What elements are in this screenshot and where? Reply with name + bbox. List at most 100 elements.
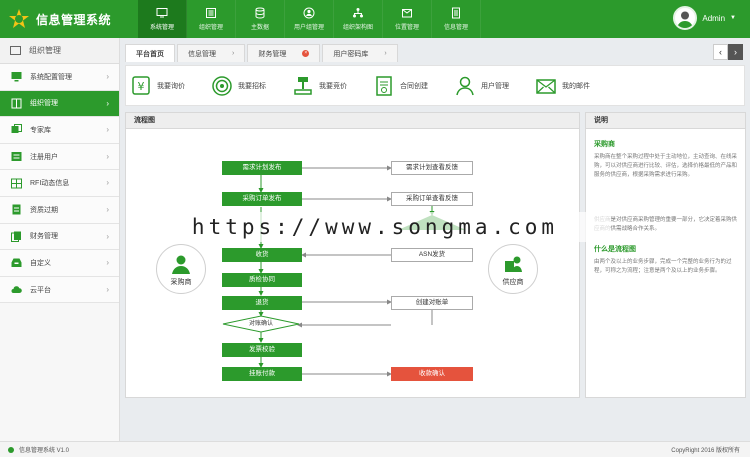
nav-label: 系统管理 (149, 25, 174, 31)
close-icon[interactable]: › (384, 50, 386, 57)
quick-label: 我要招标 (238, 82, 266, 90)
sidebar-item-rfi[interactable]: RFI动态信息 › (0, 170, 119, 197)
step-demand-publish: 需求计划发布 (222, 161, 302, 175)
tab-password-lib[interactable]: 用户密码库 › (322, 44, 398, 62)
tab-label: 平台首页 (136, 50, 164, 58)
avatar[interactable] (673, 6, 698, 30)
sidebar-item-org[interactable]: 组织管理 › (0, 90, 119, 118)
nav-item-master-data[interactable]: 主数据 (236, 0, 285, 38)
quick-bidding[interactable]: 我要竞价 (292, 75, 347, 97)
step-reconcile-confirm: 对账确认 (248, 321, 273, 327)
tab-scroll-controls: ‹ › (713, 44, 743, 60)
sidebar-item-finance[interactable]: 财务管理 › (0, 223, 119, 251)
tab-label: 信息管理 (188, 50, 216, 58)
sidebar-item-label: RFI动态信息 (30, 180, 70, 188)
inbox-icon (10, 257, 22, 269)
sidebar-item-label: 云平台 (30, 286, 51, 294)
sidebar-header-icon (10, 46, 21, 55)
chevron-down-icon[interactable]: ▼ (730, 15, 736, 21)
nav-label: 组织架构图 (342, 25, 373, 31)
monitor-icon (156, 7, 168, 19)
sidebar-item-registered-users[interactable]: 注册用户 › (0, 143, 119, 171)
chevron-right-icon[interactable]: › (728, 44, 743, 60)
sidebar-item-system-config[interactable]: 系统配置管理 › (0, 64, 119, 91)
chevron-right-icon: › (106, 204, 109, 214)
status-dot-icon (8, 446, 14, 453)
nav-label: 组织管理 (198, 25, 223, 31)
location-icon (401, 7, 413, 19)
close-icon[interactable]: › (232, 50, 234, 57)
list-icon (205, 7, 217, 19)
supplier-node: 供应商 (488, 244, 538, 294)
sidebar-item-expert[interactable]: 专家库 › (0, 117, 119, 144)
step-receipt-confirm: 收款确认 (391, 367, 473, 381)
chevron-left-icon[interactable]: ‹ (713, 44, 728, 60)
close-icon[interactable]: × (302, 50, 310, 57)
user-group-icon (303, 7, 315, 19)
nav-item-location[interactable]: 位置管理 (383, 0, 432, 38)
quick-contract[interactable]: 合同创建 (373, 75, 428, 97)
chevron-right-icon: › (106, 72, 109, 81)
description-section-flow: 什么是流程图 由两个及以上的业务步骤，完成一个完整的业务行为的过程，可称之为流程… (586, 244, 745, 276)
step-qc-collab: 质检协同 (222, 273, 302, 287)
sidebar-item-cloud[interactable]: 云平台 › (0, 276, 119, 304)
tab-info-management[interactable]: 信息管理 › (177, 44, 246, 62)
quick-actions: ¥ 我要询价 我要招标 我要竞价 合同创建 用户管理 我的邮件 (125, 65, 745, 106)
person-icon (172, 255, 190, 274)
grid-icon (10, 177, 22, 189)
description-text: 由两个及以上的业务步骤，完成一个完整的业务行为的过程，可称之为流程；注意是两个及… (594, 259, 732, 274)
quick-label: 合同创建 (400, 82, 428, 90)
tab-home[interactable]: 平台首页 (125, 44, 175, 62)
book-icon (10, 97, 22, 109)
quick-label: 用户管理 (481, 82, 509, 90)
nav-item-system[interactable]: 系统管理 (138, 0, 187, 38)
org-chart-icon (352, 7, 364, 19)
logo-icon (8, 8, 30, 30)
document-icon (450, 7, 462, 19)
nav-item-org[interactable]: 组织管理 (187, 0, 236, 38)
sidebar-item-label: 专家库 (30, 126, 51, 134)
nav-label: 主数据 (250, 25, 269, 31)
sidebar-item-label: 财务管理 (30, 233, 58, 241)
quick-user-management[interactable]: 用户管理 (454, 75, 509, 97)
avatar-person-icon (677, 11, 694, 28)
quick-label: 我要询价 (157, 82, 185, 90)
description-text: 采购商在整个采购过程中处于主动地位，主动查询、在线采购，可以对供应商进行比较、评… (594, 154, 738, 178)
tab-bar: 平台首页 信息管理 › 财务管理 × 用户密码库 › ‹ › (125, 44, 745, 62)
step-demand-feedback: 需求计划查看反馈 (391, 161, 473, 175)
description-panel-title: 说明 (586, 113, 745, 129)
sidebar-item-label: 系统配置管理 (30, 73, 72, 81)
supplier-icon (505, 256, 522, 272)
flow-panel-title: 流程图 (126, 113, 579, 129)
sidebar-item-label: 组织管理 (30, 100, 58, 108)
step-receive: 收货 (222, 248, 302, 262)
chevron-right-icon: › (106, 258, 109, 268)
main-nav: 系统管理 组织管理 主数据 用户组管理 组织架构图 位置管理 信息管理 (138, 0, 481, 38)
watermark: https://www.songma.com (140, 212, 610, 242)
nav-item-user-group[interactable]: 用户组管理 (285, 0, 334, 38)
step-invoice-verify: 发票校验 (222, 343, 302, 357)
quick-label: 我的邮件 (562, 82, 590, 90)
svg-text:¥: ¥ (138, 80, 145, 93)
gallery-icon (10, 124, 22, 136)
step-create-statement: 创建对账单 (391, 296, 473, 310)
sidebar-item-label: 注册用户 (30, 153, 58, 161)
nav-label: 位置管理 (394, 25, 419, 31)
sidebar-item-qualification[interactable]: 资质过期 › (0, 196, 119, 224)
nav-item-info[interactable]: 信息管理 (432, 0, 481, 38)
user-menu[interactable]: Admin ▼ (673, 6, 736, 30)
nav-item-org-chart[interactable]: 组织架构图 (334, 0, 383, 38)
quick-mail[interactable]: 我的邮件 (535, 75, 590, 97)
sidebar-header-label: 组织管理 (29, 46, 61, 55)
supplier-label: 供应商 (502, 279, 524, 286)
app-logo: 信息管理系统 (0, 8, 138, 30)
quick-tender[interactable]: 我要招标 (211, 75, 266, 97)
quick-inquiry[interactable]: ¥ 我要询价 (130, 75, 185, 97)
contract-icon (373, 75, 395, 97)
description-section-buyer: 采购商 采购商在整个采购过程中处于主动地位，主动查询、在线采购，可以对供应商进行… (586, 139, 745, 180)
nav-label: 用户组管理 (293, 25, 324, 31)
user-icon (454, 75, 476, 97)
chevron-right-icon: › (106, 125, 109, 135)
sidebar-item-custom[interactable]: 自定义 › (0, 250, 119, 277)
tab-finance[interactable]: 财务管理 × (247, 44, 321, 62)
